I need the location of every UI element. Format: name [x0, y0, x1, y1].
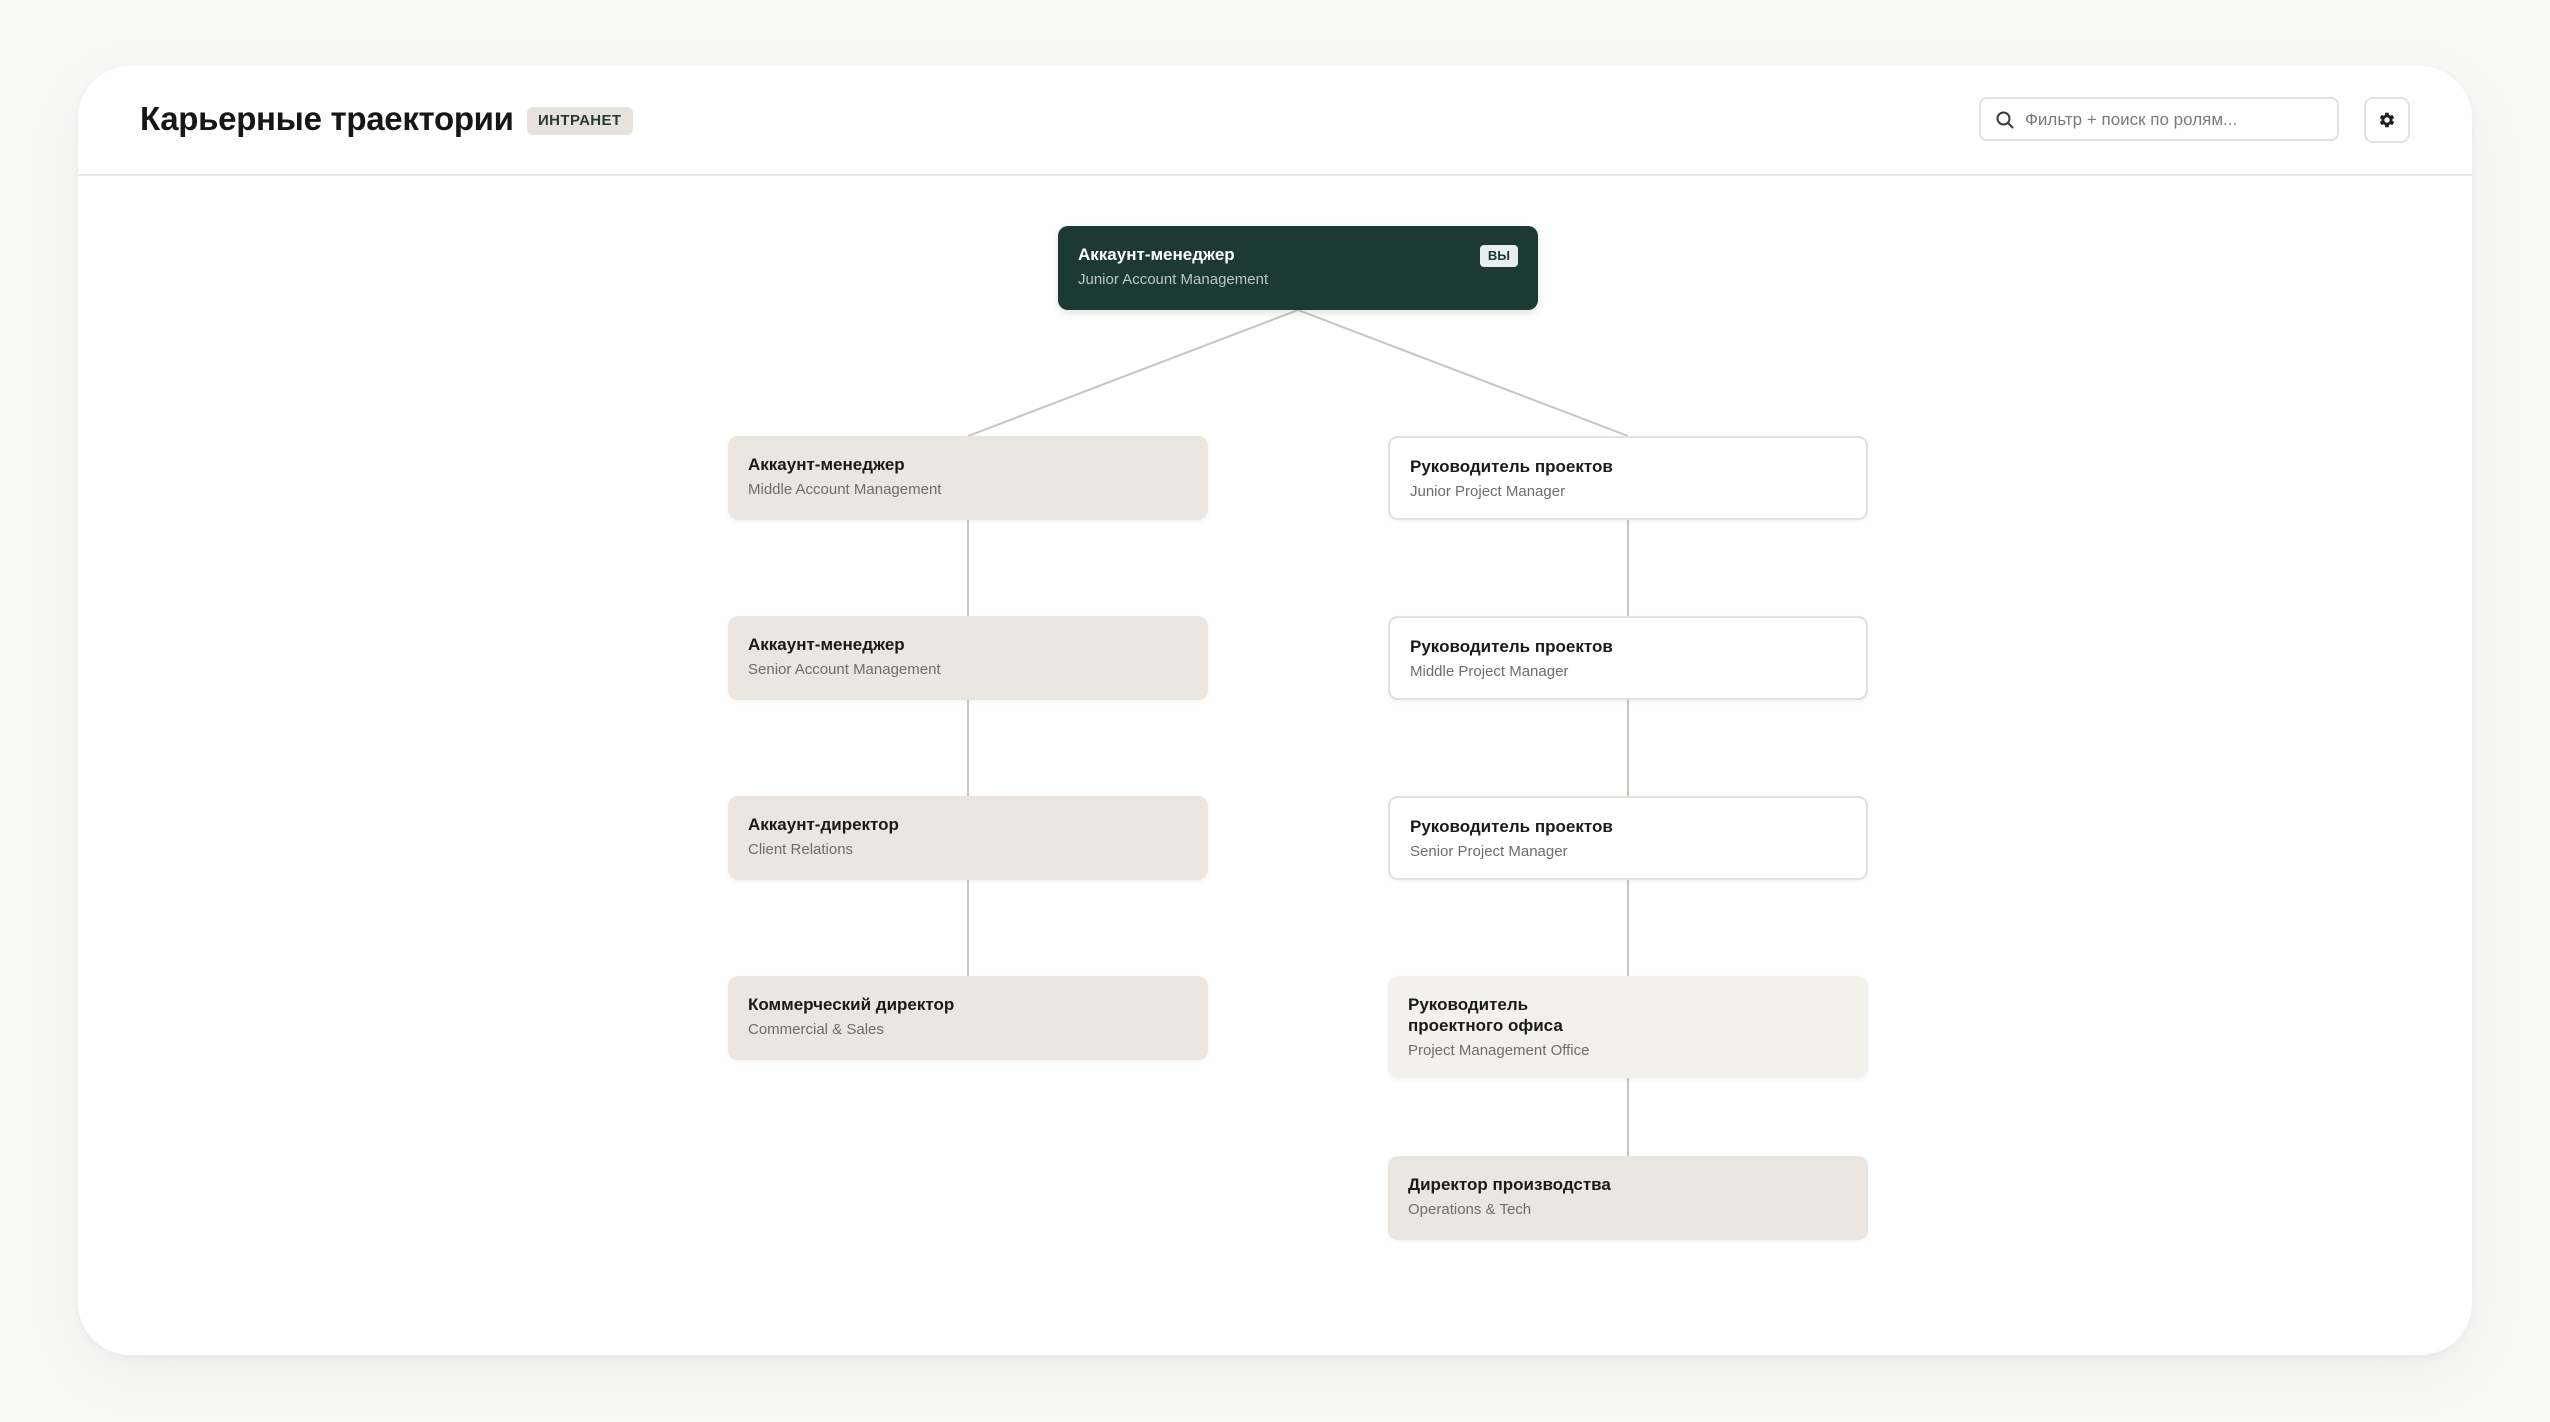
role-node-right-1[interactable]: Руководитель проектов Junior Project Man…	[1388, 436, 1868, 520]
role-node-current[interactable]: Аккаунт-менеджер Junior Account Manageme…	[1058, 226, 1538, 310]
role-subtitle: Operations & Tech	[1408, 1201, 1532, 1218]
role-title: Аккаунт-менеджер	[1078, 245, 1235, 264]
you-badge: ВЫ	[1479, 245, 1518, 267]
role-node-left-3[interactable]: Аккаунт-директор Client Relations	[728, 796, 1208, 880]
connector-root-right	[1297, 309, 1629, 437]
role-title: Руководитель проектов	[1410, 637, 1613, 656]
role-node-left-4[interactable]: Коммерческий директор Commercial & Sales	[728, 976, 1208, 1060]
role-subtitle: Client Relations	[748, 841, 854, 858]
role-title: Руководитель проектов	[1410, 457, 1613, 476]
role-title: Аккаунт-директор	[748, 815, 899, 834]
role-subtitle: Senior Project Manager	[1410, 843, 1568, 860]
role-subtitle: Project Management Office	[1408, 1042, 1590, 1059]
role-subtitle: Commercial & Sales	[748, 1021, 884, 1038]
role-title: Аккаунт-менеджер	[748, 455, 905, 474]
role-node-left-1[interactable]: Аккаунт-менеджер Middle Account Manageme…	[728, 436, 1208, 520]
role-node-right-5[interactable]: Директор производства Operations & Tech	[1388, 1156, 1868, 1240]
role-title: Директор производства	[1408, 1175, 1611, 1194]
role-title: Коммерческий директор	[748, 995, 955, 1014]
role-title: Руководитель проектов	[1410, 817, 1613, 836]
role-node-right-3[interactable]: Руководитель проектов Senior Project Man…	[1388, 796, 1868, 880]
role-title: Аккаунт-менеджер	[748, 635, 905, 654]
role-subtitle: Senior Account Management	[748, 661, 941, 678]
role-subtitle: Junior Account Management	[1078, 271, 1269, 288]
connector-root-left	[967, 309, 1299, 437]
role-title: Руководитель проектного офиса	[1408, 995, 1563, 1035]
role-node-left-2[interactable]: Аккаунт-менеджер Senior Account Manageme…	[728, 616, 1208, 700]
role-node-right-4[interactable]: Руководитель проектного офиса Project Ma…	[1388, 976, 1868, 1078]
role-subtitle: Middle Account Management	[748, 481, 942, 498]
main-panel: Карьерные траектории ИНТРАНЕТ Фильтр + п…	[78, 66, 2472, 1355]
role-node-right-2[interactable]: Руководитель проектов Middle Project Man…	[1388, 616, 1868, 700]
role-subtitle: Junior Project Manager	[1410, 483, 1566, 500]
role-subtitle: Middle Project Manager	[1410, 663, 1569, 680]
